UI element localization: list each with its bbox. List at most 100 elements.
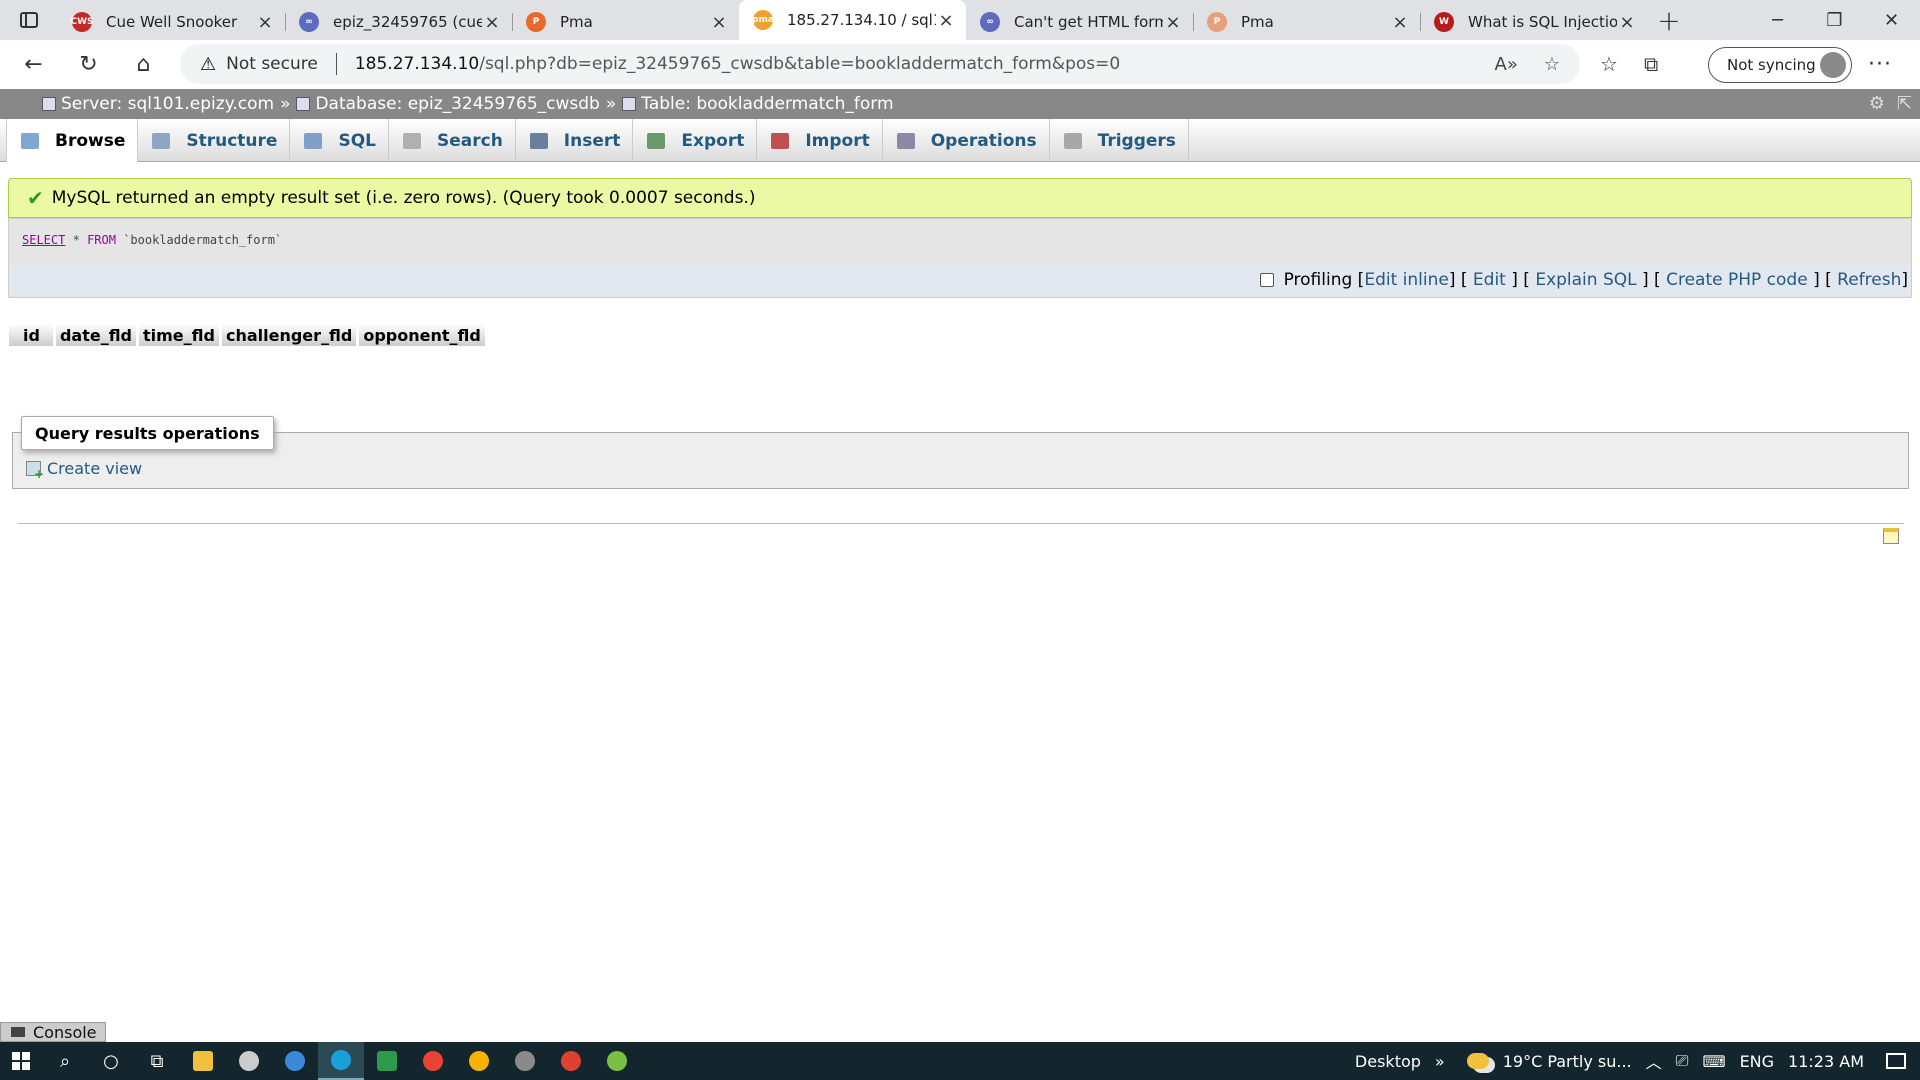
refresh-link[interactable]: Refresh xyxy=(1837,270,1901,290)
favicon-icon: P xyxy=(1207,12,1227,32)
taskbar-app-icon[interactable] xyxy=(502,1042,548,1080)
app-icon xyxy=(607,1051,627,1071)
column-header[interactable]: date_fld xyxy=(55,324,136,346)
create-view-link[interactable]: Create view xyxy=(26,459,142,481)
search-icon[interactable]: ⌕ xyxy=(42,1042,88,1080)
close-tab-icon[interactable]: × xyxy=(1390,12,1410,33)
close-tab-icon[interactable]: × xyxy=(1617,12,1637,33)
tab-insert[interactable]: Insert xyxy=(516,119,634,162)
favicon-icon: ∞ xyxy=(980,12,1000,32)
language-indicator[interactable]: ENG xyxy=(1740,1052,1774,1071)
edit-link[interactable]: Edit xyxy=(1473,270,1506,290)
desktop-toolbar[interactable]: Desktop xyxy=(1355,1052,1421,1071)
home-button[interactable]: ⌂ xyxy=(116,40,171,88)
weather-text[interactable]: 19°C Partly su... xyxy=(1503,1052,1632,1071)
favorites-icon[interactable]: ☆ xyxy=(1600,52,1618,76)
close-tab-icon[interactable]: × xyxy=(936,10,956,31)
refresh-button[interactable]: ↻ xyxy=(61,40,116,88)
edit-inline-link[interactable]: Edit inline xyxy=(1364,270,1449,290)
settings-gear-icon[interactable]: ⚙ xyxy=(1869,93,1885,114)
chevron-icon[interactable]: » xyxy=(1435,1052,1445,1071)
notification-icon[interactable] xyxy=(1886,1053,1906,1069)
tab-title: Pma xyxy=(560,13,593,31)
collapse-icon[interactable]: ⇱ xyxy=(1897,93,1912,114)
tab-export[interactable]: Export xyxy=(633,119,758,162)
tab-search[interactable]: Search xyxy=(389,119,516,162)
explain-sql-link[interactable]: Explain SQL xyxy=(1535,270,1636,290)
browser-tab[interactable]: P Pma × xyxy=(512,4,739,40)
tab-title: Pma xyxy=(1241,13,1274,31)
breadcrumb-table[interactable]: Table: bookladdermatch_form xyxy=(641,94,893,114)
collections-icon[interactable]: ⧉ xyxy=(1644,52,1658,76)
taskbar-app-icon[interactable] xyxy=(410,1042,456,1080)
clock[interactable]: 11:23 AM xyxy=(1788,1052,1864,1071)
close-tab-icon[interactable]: × xyxy=(255,12,275,33)
tab-label: Triggers xyxy=(1097,130,1176,151)
breadcrumb-server[interactable]: Server: sql101.epizy.com xyxy=(61,94,274,114)
taskbar-app-icon[interactable] xyxy=(364,1042,410,1080)
column-header[interactable]: opponent_fld xyxy=(359,324,485,346)
add-favorite-icon[interactable]: ☆ xyxy=(1544,54,1560,75)
more-menu-button[interactable]: ··· xyxy=(1868,40,1892,88)
taskbar-app-icon[interactable] xyxy=(548,1042,594,1080)
start-button[interactable] xyxy=(0,1042,42,1080)
tab-actions-button[interactable] xyxy=(0,0,58,40)
favicon-icon: pma xyxy=(752,10,774,30)
profile-sync-button[interactable]: Not syncing xyxy=(1708,47,1852,83)
breadcrumb-database[interactable]: Database: epiz_32459765_cwsdb xyxy=(315,94,599,114)
taskbar-app-icon[interactable] xyxy=(456,1042,502,1080)
app-icon xyxy=(239,1051,259,1071)
keyboard-icon[interactable]: ⌨ xyxy=(1702,1052,1725,1071)
browser-tab[interactable]: ∞ epiz_32459765 (cuewe× xyxy=(285,4,512,40)
meet-icon[interactable]: ⎚ xyxy=(1676,1051,1689,1071)
address-bar-row: ← ↻ ⌂ ⚠ Not secure 185.27.134.10/sql.php… xyxy=(0,40,1920,88)
tray-up-icon[interactable]: ︿ xyxy=(1646,1049,1662,1073)
restore-icon[interactable]: ❐ xyxy=(1806,0,1863,40)
create-php-code-link[interactable]: Create PHP code xyxy=(1666,270,1808,290)
column-header[interactable]: time_fld xyxy=(139,324,219,346)
task-view-icon[interactable]: ⧉ xyxy=(134,1042,180,1080)
read-aloud-icon[interactable]: A» xyxy=(1495,54,1518,75)
taskbar-app-icon[interactable] xyxy=(226,1042,272,1080)
success-text: MySQL returned an empty result set (i.e.… xyxy=(51,188,756,208)
security-label[interactable]: Not secure xyxy=(226,54,318,74)
browser-tab[interactable]: CWS Cue Well Snooker × xyxy=(58,4,285,40)
close-tab-icon[interactable]: × xyxy=(709,12,729,33)
browser-tab[interactable]: P Pma × xyxy=(1193,4,1420,40)
close-window-icon[interactable]: ✕ xyxy=(1863,0,1920,40)
sql-keyword-select[interactable]: SELECT xyxy=(22,233,65,247)
results-table-header: id date_fld time_fld challenger_fld opponent… xyxy=(9,324,485,346)
tab-browse[interactable]: Browse xyxy=(6,119,139,162)
url-host: 185.27.134.10 xyxy=(354,54,480,74)
search-icon xyxy=(402,132,421,149)
browser-tab[interactable]: W What is SQL Injection × xyxy=(1420,4,1647,40)
profiling-checkbox[interactable] xyxy=(1259,273,1274,287)
sync-label: Not syncing xyxy=(1727,56,1816,74)
tab-triggers[interactable]: Triggers xyxy=(1050,119,1189,162)
tab-operations[interactable]: Operations xyxy=(883,119,1050,162)
taskbar-app-icon[interactable] xyxy=(318,1042,364,1080)
taskbar-app-icon[interactable] xyxy=(594,1042,640,1080)
console-toggle[interactable]: Console xyxy=(0,1022,106,1042)
sql-tools-bar: Profiling [Edit inline] [ Edit ] [ Expla… xyxy=(9,263,1911,297)
divider xyxy=(18,523,1904,524)
close-tab-icon[interactable]: × xyxy=(482,12,502,33)
tab-sql[interactable]: SQL xyxy=(290,119,389,162)
server-icon xyxy=(42,97,56,111)
close-tab-icon[interactable]: × xyxy=(1163,12,1183,33)
tab-structure[interactable]: Structure xyxy=(138,119,291,162)
taskbar-app-icon[interactable] xyxy=(272,1042,318,1080)
notepad-icon[interactable] xyxy=(1883,528,1899,544)
taskbar-app-icon[interactable] xyxy=(180,1042,226,1080)
minimize-icon[interactable]: ─ xyxy=(1749,0,1806,40)
url-input[interactable]: ⚠ Not secure 185.27.134.10/sql.php?db=ep… xyxy=(180,44,1580,84)
tab-import[interactable]: Import xyxy=(757,119,883,162)
sql-keyword-from: FROM xyxy=(87,233,116,247)
back-button[interactable]: ← xyxy=(6,40,61,88)
column-header[interactable]: id xyxy=(9,324,53,346)
cortana-icon[interactable]: ○ xyxy=(88,1042,134,1080)
column-header[interactable]: challenger_fld xyxy=(221,324,357,346)
browser-tab[interactable]: pma 185.27.134.10 / sql10 × xyxy=(739,0,966,40)
new-tab-button[interactable]: + xyxy=(1647,0,1691,40)
browser-tab[interactable]: ∞ Can't get HTML form × xyxy=(966,4,1193,40)
